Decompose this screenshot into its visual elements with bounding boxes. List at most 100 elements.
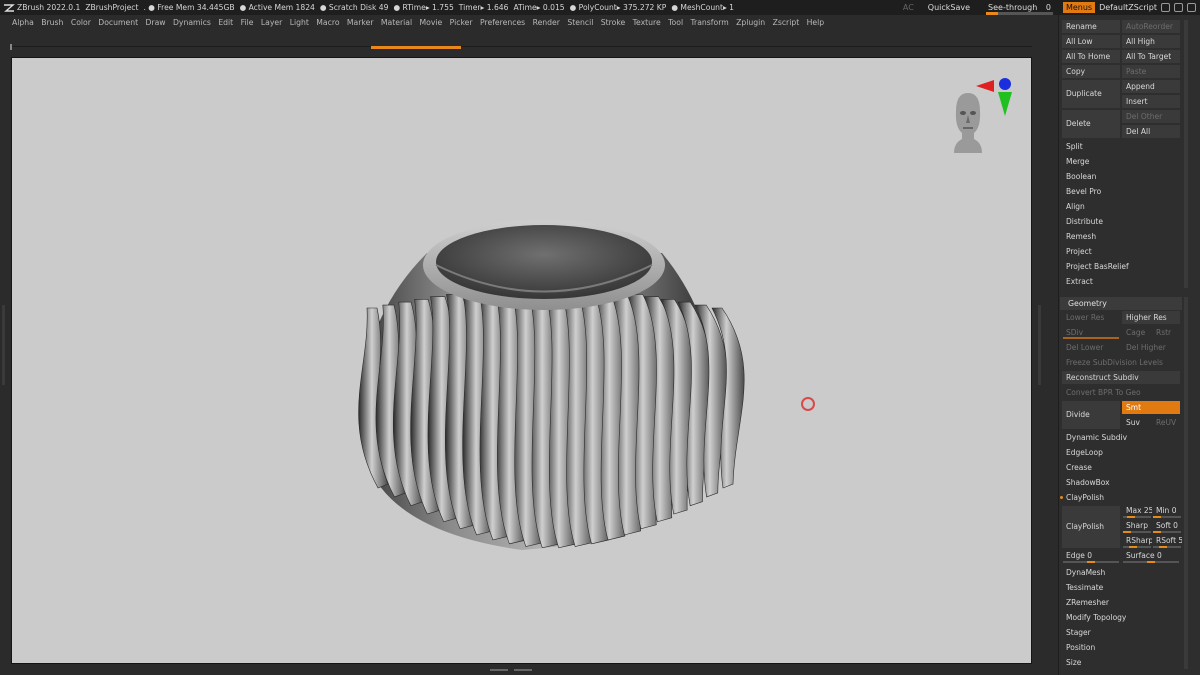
menu-light[interactable]: Light: [290, 18, 309, 27]
edgeloop-button[interactable]: EdgeLoop: [1062, 446, 1180, 459]
shadowbox-button[interactable]: ShadowBox: [1062, 476, 1180, 489]
rtime: ● RTime▸ 1.755: [393, 3, 454, 12]
dynamic-subdiv-button[interactable]: Dynamic Subdiv: [1062, 431, 1180, 444]
bevel-pro-button[interactable]: Bevel Pro: [1062, 185, 1180, 198]
stager-button[interactable]: Stager: [1062, 626, 1180, 639]
main-menu-bar: Alpha Brush Color Document Draw Dynamics…: [0, 15, 1058, 30]
close-icon[interactable]: [1187, 3, 1196, 12]
split-button[interactable]: Split: [1062, 140, 1180, 153]
divide-button[interactable]: Divide: [1062, 401, 1120, 429]
claypolish-header[interactable]: ClayPolish: [1062, 491, 1180, 504]
see-through-slider[interactable]: See-through 0: [986, 3, 1053, 15]
menu-transform[interactable]: Transform: [690, 18, 728, 27]
autoreorder-button[interactable]: AutoReorder: [1122, 20, 1180, 33]
menu-marker[interactable]: Marker: [347, 18, 374, 27]
window-icon[interactable]: [1174, 3, 1183, 12]
distribute-button[interactable]: Distribute: [1062, 215, 1180, 228]
menu-color[interactable]: Color: [71, 18, 91, 27]
left-tray-grip[interactable]: [2, 305, 5, 385]
reuv-button[interactable]: ReUV: [1152, 416, 1180, 429]
menu-alpha[interactable]: Alpha: [12, 18, 34, 27]
rsharp-track: [1123, 546, 1151, 548]
menu-texture[interactable]: Texture: [633, 18, 661, 27]
size-button[interactable]: Size: [1062, 656, 1180, 669]
crease-button[interactable]: Crease: [1062, 461, 1180, 474]
project-basrelief-button[interactable]: Project BasRelief: [1062, 260, 1180, 273]
scratch-disk: ● Scratch Disk 49: [319, 3, 389, 12]
menu-zplugin[interactable]: Zplugin: [736, 18, 765, 27]
menu-macro[interactable]: Macro: [316, 18, 339, 27]
claypolish-button[interactable]: ClayPolish: [1062, 506, 1120, 548]
freeze-subdivision-button[interactable]: Freeze SubDivision Levels: [1062, 356, 1180, 369]
menu-stroke[interactable]: Stroke: [601, 18, 626, 27]
geometry-scrollbar[interactable]: [1184, 297, 1188, 669]
menu-edit[interactable]: Edit: [218, 18, 233, 27]
higher-res-button[interactable]: Higher Res: [1122, 311, 1180, 324]
ac-button[interactable]: AC: [903, 3, 914, 12]
rstr-button[interactable]: Rstr: [1152, 326, 1180, 339]
right-tray-grip[interactable]: [1038, 305, 1041, 385]
menu-brush[interactable]: Brush: [41, 18, 63, 27]
menu-material[interactable]: Material: [381, 18, 412, 27]
active-mem: ● Active Mem 1824: [239, 3, 315, 12]
min-track: [1153, 516, 1181, 518]
quicksave-button[interactable]: QuickSave: [928, 3, 970, 12]
del-other-button[interactable]: Del Other: [1122, 110, 1180, 123]
boolean-button[interactable]: Boolean: [1062, 170, 1180, 183]
insert-button[interactable]: Insert: [1122, 95, 1180, 108]
menu-help[interactable]: Help: [807, 18, 825, 27]
reconstruct-subdiv-button[interactable]: Reconstruct Subdiv: [1062, 371, 1180, 384]
menu-picker[interactable]: Picker: [450, 18, 473, 27]
del-all-button[interactable]: Del All: [1122, 125, 1180, 138]
layout-icon[interactable]: [1161, 3, 1170, 12]
convert-bpr-button[interactable]: Convert BPR To Geo: [1062, 386, 1180, 399]
del-higher-button[interactable]: Del Higher: [1122, 341, 1180, 354]
menus-button[interactable]: Menus: [1062, 2, 1096, 13]
menu-file[interactable]: File: [241, 18, 254, 27]
menu-stencil[interactable]: Stencil: [567, 18, 593, 27]
zremesher-button[interactable]: ZRemesher: [1062, 596, 1180, 609]
suv-toggle[interactable]: Suv: [1122, 416, 1150, 429]
vase-3d-model[interactable]: [12, 58, 1031, 663]
position-button[interactable]: Position: [1062, 641, 1180, 654]
duplicate-button[interactable]: Duplicate: [1062, 80, 1120, 108]
menu-preferences[interactable]: Preferences: [480, 18, 525, 27]
all-high-button[interactable]: All High: [1122, 35, 1180, 48]
status-info: ZBrush 2022.0.1 ZBrushProject . ● Free M…: [17, 3, 739, 12]
all-to-target-button[interactable]: All To Target: [1122, 50, 1180, 63]
extract-button[interactable]: Extract: [1062, 275, 1180, 288]
menu-draw[interactable]: Draw: [146, 18, 166, 27]
all-to-home-button[interactable]: All To Home: [1062, 50, 1120, 63]
project-button[interactable]: Project: [1062, 245, 1180, 258]
geometry-header[interactable]: Geometry: [1060, 297, 1182, 310]
default-zscript-button[interactable]: DefaultZScript: [1099, 3, 1157, 12]
lower-res-button[interactable]: Lower Res: [1062, 311, 1120, 324]
append-button[interactable]: Append: [1122, 80, 1180, 93]
axis-gizmo-icon[interactable]: [972, 76, 1014, 118]
dynamesh-button[interactable]: DynaMesh: [1062, 566, 1180, 579]
shelf-handle[interactable]: [10, 44, 12, 50]
menu-tool[interactable]: Tool: [668, 18, 683, 27]
copy-button[interactable]: Copy: [1062, 65, 1120, 78]
paste-button[interactable]: Paste: [1122, 65, 1180, 78]
menu-render[interactable]: Render: [533, 18, 560, 27]
menu-movie[interactable]: Movie: [420, 18, 443, 27]
menu-document[interactable]: Document: [98, 18, 138, 27]
remesh-button[interactable]: Remesh: [1062, 230, 1180, 243]
menu-layer[interactable]: Layer: [261, 18, 282, 27]
menu-dynamics[interactable]: Dynamics: [173, 18, 211, 27]
merge-button[interactable]: Merge: [1062, 155, 1180, 168]
all-low-button[interactable]: All Low: [1062, 35, 1120, 48]
document-canvas[interactable]: [12, 58, 1031, 663]
smt-toggle[interactable]: Smt: [1122, 401, 1180, 414]
bottom-tray-grip[interactable]: [481, 667, 541, 672]
tessimate-button[interactable]: Tessimate: [1062, 581, 1180, 594]
delete-button[interactable]: Delete: [1062, 110, 1120, 138]
cage-button[interactable]: Cage: [1122, 326, 1150, 339]
align-button[interactable]: Align: [1062, 200, 1180, 213]
menu-zscript[interactable]: Zscript: [773, 18, 800, 27]
del-lower-button[interactable]: Del Lower: [1062, 341, 1120, 354]
modify-topology-button[interactable]: Modify Topology: [1062, 611, 1180, 624]
rename-button[interactable]: Rename: [1062, 20, 1120, 33]
subtool-scrollbar[interactable]: [1184, 20, 1188, 288]
